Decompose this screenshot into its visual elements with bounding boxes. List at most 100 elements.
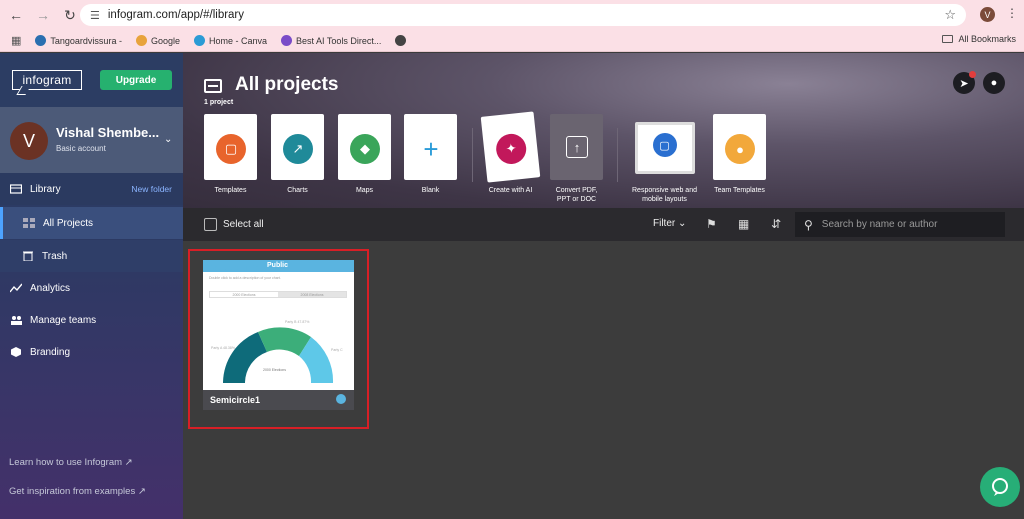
back-icon[interactable]: ← — [5, 4, 27, 26]
notification-dot — [969, 71, 976, 78]
address-bar[interactable]: ☰ infogram.com/app/#/library ☆ — [80, 4, 966, 26]
ai-sparkle-icon: ✦ — [494, 132, 528, 166]
bookmark-item[interactable] — [395, 35, 410, 46]
folder-icon — [942, 35, 954, 43]
sidebar-item-branding[interactable]: Branding — [0, 336, 183, 368]
tile-templates[interactable]: ▢ Templates — [204, 114, 257, 195]
upgrade-button[interactable]: Upgrade — [100, 70, 172, 90]
branding-cube-icon — [11, 347, 21, 357]
account-name: Vishal Shembe... — [56, 125, 160, 140]
map-icon: ◆ — [350, 134, 380, 164]
tile-charts[interactable]: ↗ Charts — [271, 114, 324, 195]
sidebar-item-library[interactable]: Library New folder — [0, 173, 183, 205]
announcements-button[interactable]: ➤ — [953, 71, 976, 94]
tile-team-templates[interactable]: ● Team Templates — [713, 114, 766, 195]
grid-view-icon[interactable]: ▦ — [738, 217, 749, 231]
filter-dropdown[interactable]: Filter ⌄ — [653, 218, 686, 229]
project-name[interactable]: Semicircle1 — [210, 395, 260, 405]
bookmark-item[interactable]: Home - Canva — [193, 35, 267, 46]
megaphone-icon: ➤ — [959, 77, 969, 90]
user-icon: ● — [990, 77, 998, 89]
globe-icon — [395, 35, 407, 46]
tile-blank[interactable]: + Blank — [404, 114, 457, 195]
tag-icon[interactable]: ⚑ — [706, 217, 717, 231]
bookmark-item[interactable]: Best AI Tools Direct... — [281, 35, 381, 46]
select-all-checkbox[interactable] — [204, 218, 217, 231]
team-icon — [11, 316, 22, 325]
sidebar: infogram Upgrade V Vishal Shembe... Basi… — [0, 53, 183, 519]
chart-center-label: 2000 Elections — [263, 368, 286, 372]
chat-bubble-icon — [992, 478, 1008, 496]
tile-convert-pdf[interactable]: ↑ Convert PDF, PPT or DOC — [550, 114, 603, 204]
sidebar-header: infogram Upgrade — [0, 53, 183, 107]
canva-icon — [193, 35, 205, 46]
chart-line-icon: ↗ — [283, 134, 313, 164]
sidebar-item-manage-teams[interactable]: Manage teams — [0, 304, 183, 336]
browser-menu-icon[interactable]: ⋮ — [1006, 6, 1018, 20]
site-info-icon[interactable]: ☰ — [90, 9, 100, 22]
tile-maps[interactable]: ◆ Maps — [338, 114, 391, 195]
ai-tools-icon — [281, 35, 293, 46]
browser-profile-avatar[interactable]: V — [980, 7, 995, 22]
search-icon: ⚲ — [804, 217, 813, 232]
library-icon — [10, 184, 22, 194]
browser-toolbar: ← → ↻ ☰ infogram.com/app/#/library ☆ V ⋮ — [0, 0, 1024, 30]
public-badge: Public — [267, 262, 289, 269]
chat-support-button[interactable] — [980, 467, 1020, 507]
project-count: 1 project — [204, 99, 234, 106]
inbox-icon — [204, 79, 222, 93]
google-icon — [135, 35, 147, 46]
infogram-logo[interactable]: infogram — [12, 70, 82, 90]
avatar: V — [10, 122, 48, 160]
bookmark-item[interactable]: Tangoardvissura - — [35, 35, 122, 46]
library-toolbar: Select all Filter ⌄ ⚑ ▦ ⇵ ⚲ Search by na… — [183, 208, 1024, 241]
project-preview-subtitle: Double click to add a description of you… — [209, 276, 281, 280]
semicircle-chart — [223, 327, 334, 383]
projects-area: Double click to edit title Public Double… — [183, 241, 1024, 519]
analytics-icon — [10, 283, 22, 293]
project-preview-tabs: 2000 Elections 2008 Elections — [209, 291, 347, 298]
library-header: All projects 1 project ➤ ● ▢ Templates ↗… — [183, 53, 1024, 208]
grid-icon — [23, 218, 35, 228]
tile-create-with-ai[interactable]: ✦ Create with AI — [480, 111, 541, 195]
chart-label-top: Party B 47.87% — [285, 320, 310, 324]
globe-icon — [336, 394, 346, 404]
select-all-label[interactable]: Select all — [223, 219, 264, 230]
account-switcher[interactable]: V Vishal Shembe... Basic account ⌄ — [0, 107, 183, 173]
trash-icon — [23, 251, 33, 261]
team-template-icon: ● — [725, 134, 755, 164]
sidebar-item-all-projects[interactable]: All Projects — [0, 207, 183, 239]
inspiration-link[interactable]: Get inspiration from examples ↗ — [9, 486, 146, 497]
new-folder-link[interactable]: New folder — [131, 184, 172, 194]
bookmarks-bar: ▦ Tangoardvissura - Google Home - Canva … — [0, 30, 1024, 52]
learn-link[interactable]: Learn how to use Infogram ↗ — [9, 457, 133, 468]
project-card[interactable]: Double click to edit title Public Double… — [203, 260, 354, 410]
bookmark-item[interactable]: Google — [135, 35, 180, 46]
chevron-down-icon: ⌄ — [164, 134, 173, 145]
chart-label-right: Party C — [331, 348, 343, 352]
device-icon: ▢ — [652, 133, 677, 157]
forward-icon[interactable]: → — [32, 4, 54, 26]
plus-icon: + — [423, 133, 439, 164]
sort-icon[interactable]: ⇵ — [771, 217, 781, 231]
page-title: All projects — [235, 74, 339, 95]
profile-button[interactable]: ● — [983, 72, 1005, 94]
account-type: Basic account — [56, 144, 106, 153]
reload-icon[interactable]: ↻ — [59, 4, 81, 26]
arc-segment-a — [223, 332, 267, 383]
bookmark-star-icon[interactable]: ☆ — [944, 7, 956, 23]
chart-label-left: Party A 48.38% — [211, 346, 235, 350]
wordpress-icon — [35, 35, 47, 46]
sidebar-item-analytics[interactable]: Analytics — [0, 272, 183, 304]
tile-responsive[interactable]: ▢ Responsive web and mobile layouts — [632, 114, 697, 204]
search-input[interactable]: ⚲ Search by name or author — [795, 212, 1005, 237]
apps-grid-icon[interactable]: ▦ — [11, 34, 21, 47]
divider — [472, 128, 473, 182]
project-footer: Semicircle1 — [203, 390, 354, 410]
divider — [617, 128, 618, 182]
url-text: infogram.com/app/#/library — [107, 9, 245, 21]
upload-icon: ↑ — [566, 136, 588, 158]
all-bookmarks[interactable]: All Bookmarks — [942, 34, 1016, 44]
sidebar-item-trash[interactable]: Trash — [0, 240, 183, 272]
templates-icon: ▢ — [216, 134, 246, 164]
